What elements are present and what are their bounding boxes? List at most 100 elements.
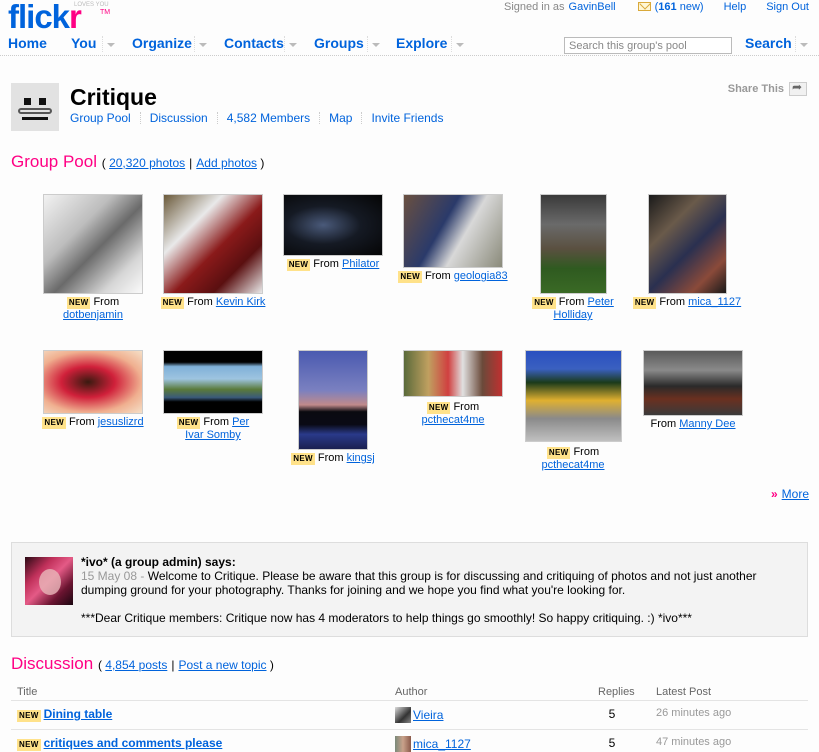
photo-author-link[interactable]: Philator <box>342 258 379 270</box>
nav-you-dropdown-icon[interactable] <box>102 36 115 52</box>
admin-avatar[interactable] <box>25 557 73 605</box>
new-badge: NEW <box>160 297 185 309</box>
logo-text-blue: flick <box>8 0 70 35</box>
nav-organize[interactable]: Organize <box>132 35 192 51</box>
photo-count-link[interactable]: 20,320 photos <box>109 156 185 170</box>
replies-count: 5 <box>608 736 616 750</box>
search-dropdown-icon[interactable] <box>795 36 808 52</box>
photo-author-link[interactable]: dotbenjamin <box>63 309 123 321</box>
share-arrow-icon <box>789 80 807 96</box>
flickr-logo[interactable]: flickr LOVES YOU TM <box>8 0 110 35</box>
icon-eye-right <box>39 98 46 105</box>
pool-photo[interactable] <box>283 194 383 256</box>
photo-caption: NEW From mica_1127 <box>627 296 747 309</box>
notice-dash: - <box>137 569 148 583</box>
pool-photo[interactable] <box>43 350 143 414</box>
nav-home[interactable]: Home <box>8 35 47 51</box>
main-nav: Home You Organize Contacts Groups Explor… <box>0 34 819 56</box>
group-pool-title: Group Pool <box>11 152 97 171</box>
photo-caption: NEW From dotbenjamin <box>33 296 153 322</box>
mail-suffix: new) <box>676 1 704 13</box>
new-topic-link[interactable]: Post a new topic <box>178 658 266 672</box>
photo-caption: NEW From kingsj <box>273 452 393 465</box>
pool-photo[interactable] <box>163 350 263 414</box>
photo-author-link[interactable]: kingsj <box>347 452 375 464</box>
icon-mouth <box>22 117 48 120</box>
separator <box>139 112 141 124</box>
new-badge: NEW <box>42 417 66 429</box>
nav-explore[interactable]: Explore <box>396 35 447 51</box>
photo-caption: NEW From jesuslizrd <box>33 416 153 429</box>
mustache-face-icon <box>11 83 59 131</box>
col-latest-post: Latest Post <box>656 686 712 698</box>
add-photos-link[interactable]: Add photos <box>196 156 257 170</box>
photo-author-link[interactable]: geologia83 <box>454 270 508 282</box>
new-badge: NEW <box>17 710 41 722</box>
from-label: From <box>68 416 98 428</box>
pool-photo[interactable] <box>403 350 503 397</box>
nav-you[interactable]: You <box>71 35 96 51</box>
author-link[interactable]: mica_1127 <box>413 737 471 751</box>
group-link-map[interactable]: Map <box>329 111 352 125</box>
nav-contacts-dropdown-icon[interactable] <box>284 36 297 52</box>
from-label: From <box>453 401 480 413</box>
pool-photo[interactable] <box>43 194 143 294</box>
envelope-icon[interactable] <box>637 2 651 11</box>
search-input[interactable] <box>564 37 732 54</box>
author-cell: Vieira <box>395 707 443 723</box>
photo-author-link[interactable]: pcthecat4me <box>422 414 485 426</box>
photo-caption: NEW From geologia83 <box>393 270 513 283</box>
nav-contacts[interactable]: Contacts <box>224 35 284 51</box>
topic-link[interactable]: NEW critiques and comments please <box>17 736 222 751</box>
photo-author-link[interactable]: pcthecat4me <box>542 459 605 471</box>
pool-photo[interactable] <box>403 194 503 268</box>
photo-author-link[interactable]: jesuslizrd <box>98 416 144 428</box>
author-avatar[interactable] <box>395 736 411 752</box>
replies-count: 5 <box>608 707 616 721</box>
photo-author-link[interactable]: Kevin Kirk <box>216 296 266 308</box>
username-link[interactable]: GavinBell <box>569 1 616 13</box>
pool-photo[interactable] <box>298 350 368 450</box>
posts-count-link[interactable]: 4,854 posts <box>105 658 167 672</box>
from-label: From <box>425 270 454 282</box>
nav-explore-dropdown-icon[interactable] <box>451 36 464 52</box>
group-link-members[interactable]: 4,582 Members <box>227 111 310 125</box>
new-badge: NEW <box>66 297 91 309</box>
author-avatar[interactable] <box>395 707 411 723</box>
pool-photo[interactable] <box>647 194 727 294</box>
group-link-discussion[interactable]: Discussion <box>150 111 208 125</box>
pool-photo[interactable] <box>524 350 622 442</box>
icon-eye-left <box>24 98 31 105</box>
group-title: Critique <box>70 84 157 110</box>
pool-photo[interactable] <box>643 350 743 416</box>
author-link[interactable]: Vieira <box>413 708 443 722</box>
pool-photo[interactable] <box>539 194 607 294</box>
nav-groups[interactable]: Groups <box>314 35 364 51</box>
logo-tagline: LOVES YOU <box>74 2 109 8</box>
nav-groups-dropdown-icon[interactable] <box>367 36 380 52</box>
from-label: From <box>659 296 689 308</box>
photo-caption: NEW From Philator <box>273 258 393 271</box>
sign-out-link[interactable]: Sign Out <box>766 1 809 13</box>
nav-organize-dropdown-icon[interactable] <box>194 36 207 52</box>
new-badge: NEW <box>286 259 311 271</box>
new-badge: NEW <box>632 297 657 309</box>
help-link[interactable]: Help <box>724 1 747 13</box>
notice-text: *ivo* (a group admin) says: 15 May 08 - … <box>81 555 801 625</box>
from-label: From <box>313 258 342 270</box>
photo-author-link[interactable]: mica_1127 <box>688 296 741 308</box>
more-label: More <box>781 487 809 501</box>
search-button[interactable]: Search <box>745 35 792 51</box>
from-label: From <box>573 446 600 458</box>
photo-author-link[interactable]: Manny Dee <box>679 418 735 430</box>
from-label: From <box>93 296 120 308</box>
pool-photo[interactable] <box>163 194 263 294</box>
more-photos-link[interactable]: » More <box>771 487 809 501</box>
group-link-invite[interactable]: Invite Friends <box>371 111 443 125</box>
group-link-pool[interactable]: Group Pool <box>70 111 131 125</box>
photo-caption: NEW From pcthecat4me <box>393 401 513 427</box>
mail-count-link[interactable]: (161 new) <box>655 1 704 13</box>
new-badge: NEW <box>176 417 201 429</box>
topic-link[interactable]: NEW Dining table <box>17 707 112 722</box>
share-this-button[interactable]: Share This <box>728 80 807 96</box>
